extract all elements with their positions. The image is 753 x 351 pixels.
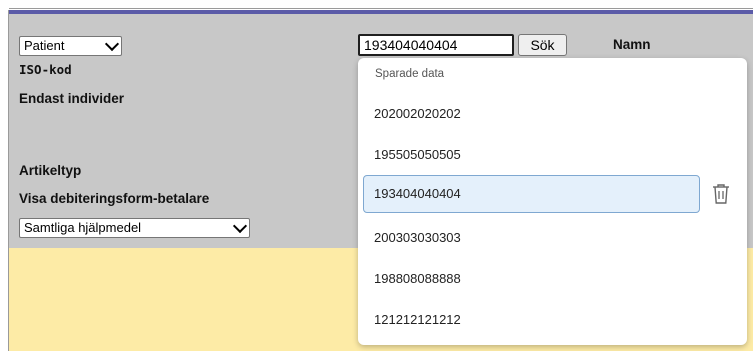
- header-bar: [9, 10, 753, 14]
- saved-item[interactable]: 200303030303: [363, 219, 700, 257]
- personal-number-input[interactable]: [358, 34, 514, 56]
- saved-item[interactable]: 198808088888: [363, 260, 700, 298]
- saved-data-dropdown: Sparade data 202002020202 195505050505 1…: [358, 58, 747, 345]
- name-label: Namn: [613, 37, 651, 52]
- frame-edge: [9, 8, 753, 9]
- aid-select-value: Samtliga hjälpmedel: [24, 220, 142, 235]
- saved-item[interactable]: 202002020202: [363, 95, 700, 133]
- chevron-down-icon: [104, 36, 120, 52]
- chevron-down-icon: [232, 218, 248, 234]
- saved-item[interactable]: 121212121212: [363, 301, 700, 339]
- search-button[interactable]: Sök: [518, 34, 567, 56]
- article-type-label: Artikeltyp: [19, 163, 82, 178]
- dropdown-header: Sparade data: [375, 68, 445, 80]
- aid-select[interactable]: Samtliga hjälpmedel: [19, 218, 250, 238]
- only-individuals-label: Endast individer: [19, 91, 125, 106]
- search-type-value: Patient: [24, 38, 65, 53]
- billing-payer-label: Visa debiteringsform-betalare: [19, 191, 210, 206]
- saved-item-selected[interactable]: 193404040404: [363, 175, 700, 213]
- saved-item[interactable]: 195505050505: [363, 136, 700, 174]
- search-type-select[interactable]: Patient: [19, 36, 122, 56]
- iso-code-label: ISO-kod: [19, 62, 72, 77]
- trash-icon[interactable]: [711, 182, 731, 206]
